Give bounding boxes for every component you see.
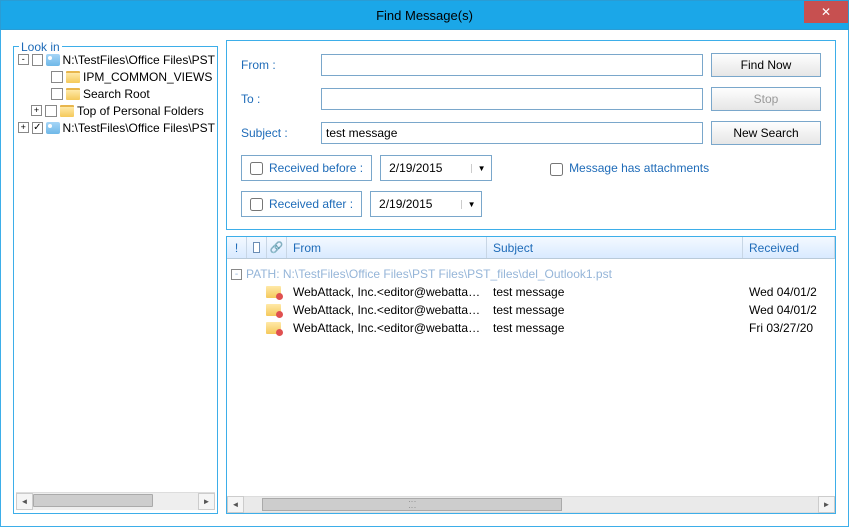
received-after-date-dropdown[interactable]: 2/19/2015 ▼ — [370, 191, 482, 217]
window-body: Look in - N:\TestFiles\Office Files\PST — [0, 30, 849, 527]
cell-from: WebAttack, Inc.<editor@webattack.c... — [287, 303, 487, 317]
result-row[interactable]: WebAttack, Inc.<editor@webattack.c... te… — [227, 319, 835, 337]
look-in-label: Look in — [19, 40, 62, 54]
window-title: Find Message(s) — [1, 8, 848, 23]
tree-checkbox[interactable] — [51, 88, 63, 100]
scroll-left-button[interactable]: ◄ — [227, 496, 244, 513]
scroll-track[interactable] — [33, 493, 198, 510]
tree-expander[interactable]: + — [18, 122, 29, 133]
scroll-track[interactable] — [244, 496, 818, 513]
pst-file-icon — [46, 122, 59, 134]
results-body[interactable]: - PATH: N:\TestFiles\Office Files\PST Fi… — [227, 259, 835, 496]
column-received[interactable]: Received — [743, 237, 835, 258]
right-panel: From : Find Now To : Stop Subject : New … — [226, 40, 836, 514]
cell-subject: test message — [487, 321, 743, 335]
folder-icon — [66, 71, 80, 83]
column-attachment[interactable]: 🔗 — [267, 237, 287, 258]
page-icon — [253, 242, 260, 253]
tree-row[interactable]: + N:\TestFiles\Office Files\PST — [16, 119, 215, 136]
tree-expander[interactable]: + — [31, 105, 42, 116]
mail-icon — [266, 304, 281, 316]
tree-container: - N:\TestFiles\Office Files\PST IPM_COMM… — [13, 46, 218, 514]
from-label: From : — [241, 58, 313, 72]
titlebar[interactable]: Find Message(s) ✕ — [0, 0, 849, 30]
results-box: ! 🔗 From Subject Received - PATH: N:\Tes… — [226, 236, 836, 514]
cell-received: Fri 03/27/20 — [743, 321, 835, 335]
received-after-value: 2/19/2015 — [379, 197, 432, 211]
results-header: ! 🔗 From Subject Received — [227, 237, 835, 259]
attachments-checkbox[interactable] — [550, 163, 563, 176]
tree-checkbox[interactable] — [45, 105, 57, 117]
scroll-right-button[interactable]: ► — [818, 496, 835, 513]
tree-horizontal-scrollbar[interactable]: ◄ ► — [16, 492, 215, 509]
tree-expander-placeholder — [37, 88, 48, 99]
tree-label: N:\TestFiles\Office Files\PST — [63, 121, 215, 135]
mail-icon — [266, 286, 281, 298]
to-input[interactable] — [321, 88, 703, 110]
tree-expander[interactable]: - — [18, 54, 29, 65]
dropdown-arrow-icon: ▼ — [471, 164, 487, 173]
received-before-label: Received before : — [269, 161, 363, 175]
close-icon: ✕ — [821, 5, 831, 19]
received-before-checkbox[interactable] — [250, 162, 263, 175]
result-row[interactable]: WebAttack, Inc.<editor@webattack.c... te… — [227, 301, 835, 319]
cell-from: WebAttack, Inc.<editor@webattack.c... — [287, 321, 487, 335]
tree-checkbox[interactable] — [51, 71, 63, 83]
results-horizontal-scrollbar[interactable]: ◄ ► — [227, 496, 835, 513]
find-now-button[interactable]: Find Now — [711, 53, 821, 77]
dropdown-arrow-icon: ▼ — [461, 200, 477, 209]
results-path-label: PATH: N:\TestFiles\Office Files\PST File… — [246, 267, 612, 281]
tree-checkbox[interactable] — [32, 54, 44, 66]
received-before-value: 2/19/2015 — [389, 161, 442, 175]
received-after-group: Received after : — [241, 191, 362, 217]
tree-label: Search Root — [83, 87, 150, 101]
received-after-label: Received after : — [269, 197, 353, 211]
priority-icon: ! — [235, 241, 238, 255]
pst-tree[interactable]: - N:\TestFiles\Office Files\PST IPM_COMM… — [16, 51, 215, 492]
tree-row[interactable]: + Top of Personal Folders — [16, 102, 215, 119]
tree-row[interactable]: IPM_COMMON_VIEWS — [16, 68, 215, 85]
cell-from: WebAttack, Inc.<editor@webattack.c... — [287, 285, 487, 299]
pst-file-icon — [46, 54, 59, 66]
cell-subject: test message — [487, 285, 743, 299]
scroll-left-button[interactable]: ◄ — [16, 493, 33, 510]
column-subject[interactable]: Subject — [487, 237, 743, 258]
subject-label: Subject : — [241, 126, 313, 140]
paperclip-icon: 🔗 — [270, 241, 284, 254]
scroll-right-button[interactable]: ► — [198, 493, 215, 510]
subject-input[interactable] — [321, 122, 703, 144]
folder-icon — [60, 105, 74, 117]
mail-icon — [266, 322, 281, 334]
look-in-panel: Look in - N:\TestFiles\Office Files\PST — [13, 40, 218, 514]
from-input[interactable] — [321, 54, 703, 76]
received-before-date-dropdown[interactable]: 2/19/2015 ▼ — [380, 155, 492, 181]
close-button[interactable]: ✕ — [804, 1, 848, 23]
path-collapse-button[interactable]: - — [231, 269, 242, 280]
tree-label: Top of Personal Folders — [77, 104, 204, 118]
result-row[interactable]: WebAttack, Inc.<editor@webattack.c... te… — [227, 283, 835, 301]
new-search-button[interactable]: New Search — [711, 121, 821, 145]
to-label: To : — [241, 92, 313, 106]
search-criteria-box: From : Find Now To : Stop Subject : New … — [226, 40, 836, 230]
column-from[interactable]: From — [287, 237, 487, 258]
folder-icon — [66, 88, 80, 100]
attachments-label: Message has attachments — [569, 161, 709, 175]
tree-label: N:\TestFiles\Office Files\PST — [63, 53, 215, 67]
stop-button[interactable]: Stop — [711, 87, 821, 111]
tree-label: IPM_COMMON_VIEWS — [83, 70, 212, 84]
scroll-thumb[interactable] — [33, 494, 153, 507]
cell-received: Wed 04/01/2 — [743, 303, 835, 317]
scroll-thumb[interactable] — [262, 498, 562, 511]
cell-received: Wed 04/01/2 — [743, 285, 835, 299]
column-priority[interactable]: ! — [227, 237, 247, 258]
cell-subject: test message — [487, 303, 743, 317]
received-before-group: Received before : — [241, 155, 372, 181]
tree-checkbox[interactable] — [32, 122, 44, 134]
column-type[interactable] — [247, 237, 267, 258]
results-path-row[interactable]: - PATH: N:\TestFiles\Office Files\PST Fi… — [227, 265, 835, 283]
tree-row[interactable]: Search Root — [16, 85, 215, 102]
received-after-checkbox[interactable] — [250, 198, 263, 211]
attachments-checkbox-group[interactable]: Message has attachments — [550, 161, 709, 175]
tree-expander-placeholder — [37, 71, 48, 82]
